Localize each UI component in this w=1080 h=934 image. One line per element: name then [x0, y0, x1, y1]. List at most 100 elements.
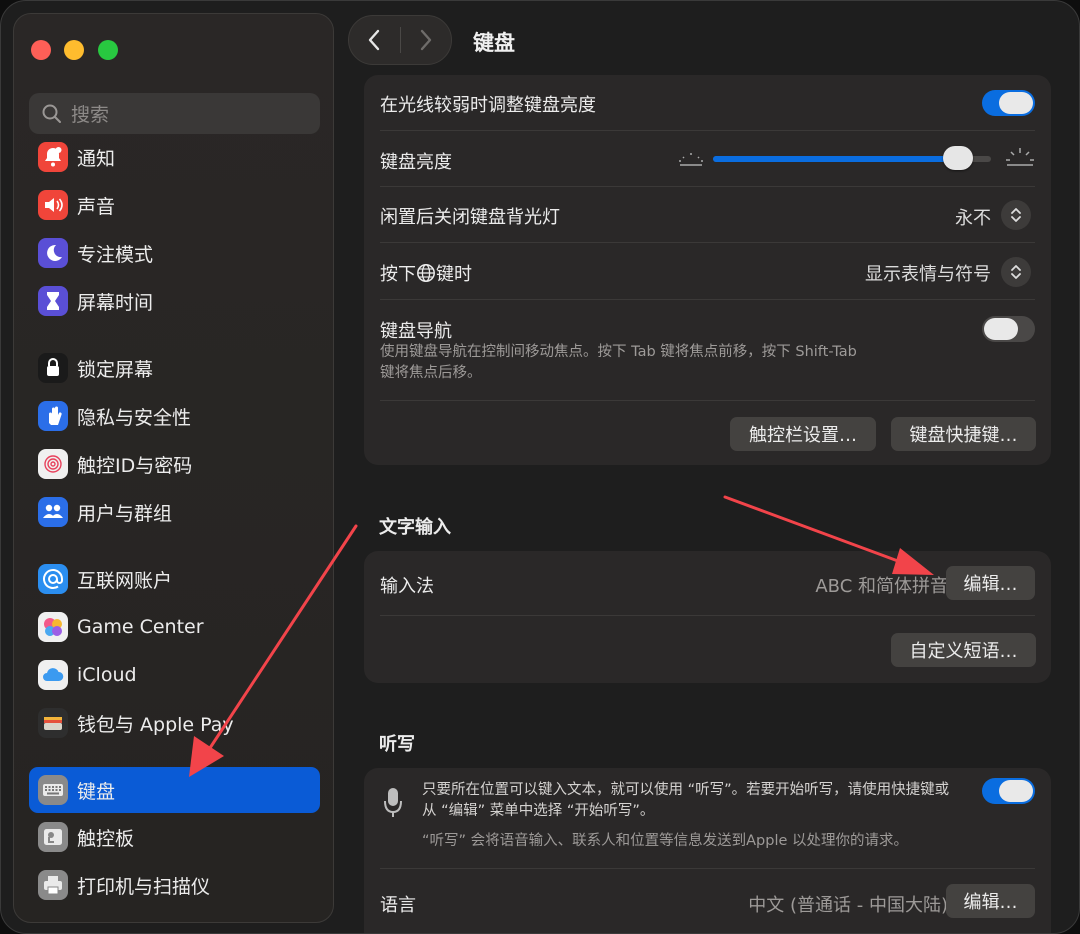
close-window-button[interactable] — [31, 40, 51, 60]
dictation-desc-2: 从 “编辑” 菜单中选择 “开始听写”。 — [422, 803, 655, 819]
keyboard-navigation-desc-1: 使用键盘导航在控制间移动焦点。按下 Tab 键将焦点前移，按下 Shift-Ta… — [380, 344, 857, 360]
fingerprint-icon — [38, 449, 68, 479]
sidebar-item-label: Game Center — [77, 616, 204, 638]
sidebar-item[interactable]: 打印机与扫描仪 — [29, 862, 320, 908]
backlight-off-value[interactable]: 永不 — [955, 204, 991, 230]
moon-icon — [38, 238, 68, 268]
sidebar-item[interactable]: Game Center — [29, 604, 320, 650]
sidebar-item-label: 触控板 — [77, 827, 135, 850]
zoom-window-button[interactable] — [98, 40, 118, 60]
text-replacements-button[interactable]: 自定义短语… — [891, 633, 1036, 667]
backlight-low-light-label: 在光线较弱时调整键盘亮度 — [380, 95, 596, 116]
sidebar-item-label: 用户与群组 — [77, 502, 173, 525]
sidebar-item[interactable]: 声音 — [29, 182, 320, 228]
history-nav — [348, 15, 452, 65]
dictation-privacy-note: “听写” 会将语音输入、联系人和位置等信息发送到Apple 以处理你的请求。 — [422, 833, 909, 849]
search-icon — [42, 104, 61, 123]
speaker-icon — [38, 190, 68, 220]
sidebar-item-label: iCloud — [77, 664, 137, 686]
sidebar-item[interactable]: iCloud — [29, 652, 320, 698]
printer-icon — [38, 870, 68, 900]
sidebar-item[interactable]: 触控ID与密码 — [29, 441, 320, 487]
dictation-desc-1: 只要所在位置可以键入文本，就可以使用 “听写”。若要开始听写，请使用快捷键或 — [422, 782, 950, 798]
backlight-off-popup[interactable] — [1001, 200, 1031, 230]
toolbar: 键盘 — [346, 1, 1079, 79]
sidebar-item[interactable]: 通知 — [29, 134, 320, 180]
sidebar-item[interactable]: 钱包与 Apple Pay — [29, 700, 320, 746]
sidebar-item[interactable]: 触控板 — [29, 814, 320, 860]
divider — [380, 615, 1035, 616]
globe-key-value[interactable]: 显示表情与符号 — [865, 260, 991, 286]
dictation-language-value: 中文 (普通话 - 中国大陆) — [748, 895, 948, 916]
dictation-group: 只要所在位置可以键入文本，就可以使用 “听写”。若要开始听写，请使用快捷键或 从… — [364, 768, 1051, 933]
slider-fill — [713, 156, 958, 162]
globe-icon — [417, 264, 435, 282]
sidebar-item[interactable]: 专注模式 — [29, 230, 320, 276]
input-source-edit-button[interactable]: 编辑… — [946, 566, 1035, 600]
dictation-heading: 听写 — [379, 734, 415, 755]
backlight-low-light-row: 在光线较弱时调整键盘亮度 — [380, 75, 1035, 131]
input-source-row: 输入法 ABC 和简体拼音 编辑… — [380, 551, 1035, 615]
chevron-right-icon — [420, 29, 431, 51]
settings-window: 搜索 通知声音专注模式屏幕时间锁定屏幕隐私与安全性 触控ID与密码 用户与群组互联网… — [0, 0, 1080, 934]
slider-knob[interactable] — [942, 146, 973, 170]
divider — [380, 400, 1035, 401]
dictation-language-label: 语言 — [380, 895, 416, 916]
keyboard-shortcuts-button[interactable]: 键盘快捷键… — [891, 417, 1036, 451]
trackpad-icon — [38, 822, 68, 852]
minimize-window-button[interactable] — [64, 40, 84, 60]
game-center-icon — [38, 612, 68, 642]
hand-icon — [38, 401, 68, 431]
back-button[interactable] — [349, 15, 400, 65]
backlight-off-row: 闲置后关闭键盘背光灯 永不 — [380, 187, 1035, 243]
globe-key-label-pre: 按下 — [380, 264, 416, 285]
sidebar-item[interactable]: 用户与群组 — [29, 489, 320, 535]
sidebar-item[interactable]: 屏幕时间 — [29, 278, 320, 324]
sidebar-item[interactable]: 锁定屏幕 — [29, 345, 320, 391]
touchbar-settings-button[interactable]: 触控栏设置… — [730, 417, 876, 451]
sidebar-item-label: 屏幕时间 — [77, 291, 154, 314]
wallet-icon — [38, 708, 68, 738]
brightness-low-icon — [679, 153, 703, 166]
microphone-icon — [384, 788, 402, 817]
keyboard-navigation-label: 键盘导航 — [380, 321, 452, 342]
chevron-updown-icon — [1011, 265, 1021, 279]
sidebar-item-label: 键盘 — [77, 780, 116, 803]
chevron-left-icon — [369, 29, 380, 51]
dictation-language-edit-button[interactable]: 编辑… — [946, 884, 1035, 918]
keyboard-settings-group: 在光线较弱时调整键盘亮度 键盘亮度 闲置后关闭键盘背光灯 永不 按下 键时 显示… — [364, 75, 1051, 465]
globe-key-label: 按下 键时 — [380, 260, 472, 286]
main-pane: 键盘 在光线较弱时调整键盘亮度 键盘亮度 闲置后关闭键盘背光灯 永不 按下 键时… — [346, 1, 1079, 933]
sidebar-item-label: 隐私与安全性 — [77, 406, 192, 429]
sidebar-item[interactable]: 隐私与安全性 — [29, 393, 320, 439]
sidebar-item-label: 钱包与 Apple Pay — [77, 713, 234, 736]
sidebar-item-label: 互联网账户 — [77, 569, 173, 592]
sidebar-item[interactable]: 键盘 — [29, 767, 320, 813]
keyboard-icon — [38, 775, 68, 805]
keyboard-navigation-toggle[interactable] — [982, 316, 1035, 342]
keyboard-navigation-desc-2: 键将焦点后移。 — [380, 365, 482, 381]
dictation-toggle[interactable] — [982, 778, 1035, 804]
chevron-updown-icon — [1011, 208, 1021, 222]
globe-key-row: 按下 键时 显示表情与符号 — [380, 243, 1035, 299]
sidebar-item-label: 专注模式 — [77, 243, 154, 266]
backlight-off-label: 闲置后关闭键盘背光灯 — [380, 207, 560, 228]
sidebar-item-label: 通知 — [77, 147, 116, 170]
dictation-language-row: 语言 中文 (普通话 - 中国大陆) 编辑… — [380, 869, 1035, 933]
sidebar: 搜索 通知声音专注模式屏幕时间锁定屏幕隐私与安全性 触控ID与密码 用户与群组互联网… — [13, 13, 334, 923]
cloud-icon — [38, 660, 68, 690]
bell-icon — [38, 142, 68, 172]
sidebar-item-label: 声音 — [77, 195, 116, 218]
input-source-label: 输入法 — [380, 576, 434, 597]
sidebar-item[interactable]: 互联网账户 — [29, 556, 320, 602]
sidebar-item-label: 锁定屏幕 — [77, 358, 154, 381]
users-icon — [38, 497, 68, 527]
backlight-low-light-toggle[interactable] — [982, 90, 1035, 116]
search-field[interactable]: 搜索 — [29, 93, 320, 134]
keyboard-brightness-label: 键盘亮度 — [380, 152, 452, 173]
sidebar-item-label: 触控ID与密码 — [77, 454, 193, 477]
forward-button[interactable] — [400, 15, 451, 65]
hourglass-icon — [38, 286, 68, 316]
globe-key-popup[interactable] — [1001, 257, 1031, 287]
text-input-heading: 文字输入 — [379, 517, 451, 538]
